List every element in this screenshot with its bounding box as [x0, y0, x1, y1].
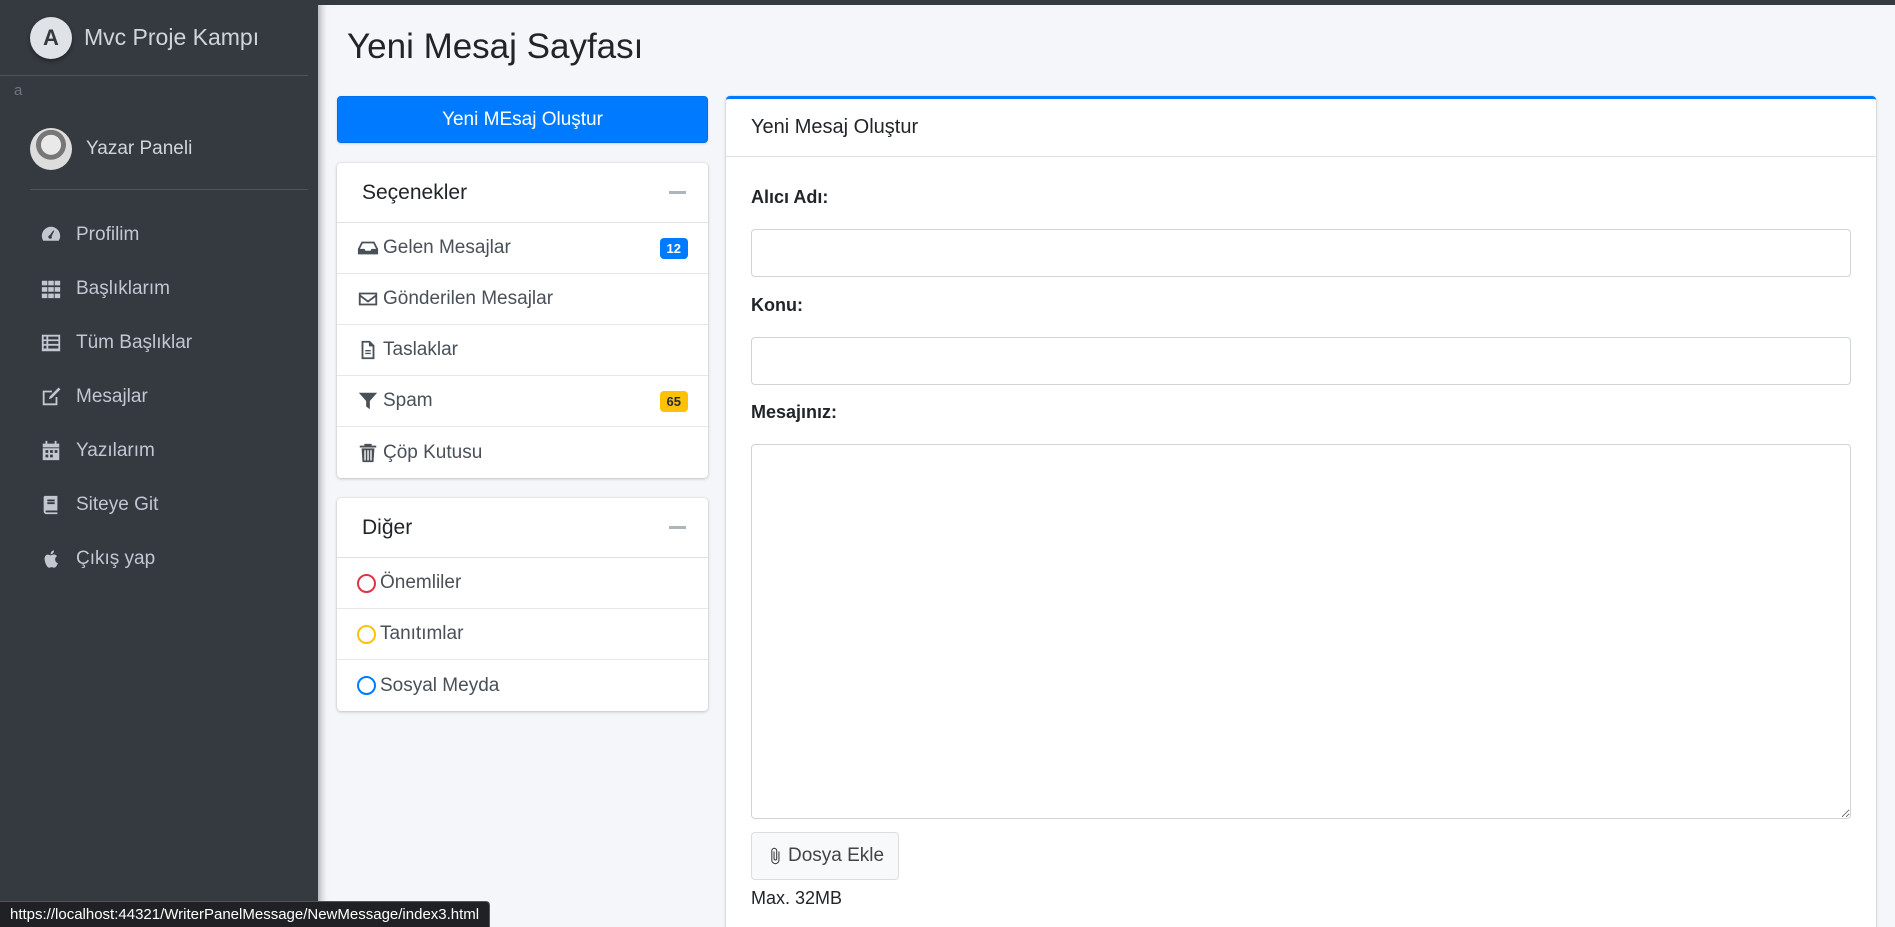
spam-count-badge: 65: [659, 390, 688, 412]
filter-icon: [358, 392, 378, 410]
sidebar-item-label: Tüm Başlıklar: [76, 332, 193, 353]
label-text: Sosyal Meyda: [380, 674, 500, 696]
circle-icon: [357, 573, 376, 593]
paperclip-icon: [771, 847, 780, 865]
sidebar: A Mvc Proje Kampı a Yazar Paneli Profili…: [0, 0, 318, 927]
compose-button[interactable]: Yeni MEsaj Oluştur: [337, 96, 708, 143]
circle-icon: [357, 676, 376, 695]
recipient-input[interactable]: [751, 229, 1851, 277]
page-title: Yeni Mesaj Sayfası: [347, 27, 644, 66]
folder-label: Gelen Mesajlar: [383, 237, 511, 258]
label-social[interactable]: Sosyal Meyda: [337, 660, 708, 711]
sidebar-item-profilim[interactable]: Profilim: [0, 208, 318, 262]
compose-card-title: Yeni Mesaj Oluştur: [726, 99, 1876, 157]
sidebar-item-label: Yazılarım: [76, 440, 155, 461]
options-card-header: Seçenekler: [337, 163, 708, 223]
avatar: [30, 127, 72, 170]
stray-text: a: [14, 82, 23, 99]
message-label: Mesajınız:: [751, 402, 838, 422]
sidebar-item-label: Başlıklarım: [76, 278, 170, 299]
sidebar-item-cikis-yap[interactable]: Çıkış yap: [0, 532, 318, 586]
folder-trash[interactable]: Çöp Kutusu: [337, 427, 708, 478]
recipient-label: Alıcı Adı:: [751, 187, 829, 207]
options-card: Seçenekler Gelen Mesajlar 12 Gönderilen …: [337, 163, 708, 478]
sidebar-item-tum-basliklar[interactable]: Tüm Başlıklar: [0, 316, 318, 370]
grid-icon: [41, 280, 61, 299]
other-card: Diğer Önemliler Tanıtımlar Sosyal Meyda: [337, 498, 708, 711]
collapse-icon[interactable]: [669, 526, 686, 529]
compose-card: Yeni Mesaj Oluştur Alıcı Adı: Konu: Mesa…: [726, 96, 1876, 927]
other-card-header: Diğer: [337, 498, 708, 558]
list-icon: [41, 334, 61, 352]
status-bar-url: https://localhost:44321/WriterPanelMessa…: [0, 901, 491, 927]
inbox-icon: [357, 241, 379, 255]
max-size-text: Max. 32MB: [751, 888, 843, 908]
user-name: Yazar Paneli: [86, 137, 193, 159]
folder-label: Taslaklar: [383, 339, 458, 360]
brand-link[interactable]: A Mvc Proje Kampı: [0, 0, 308, 76]
folder-label: Spam: [383, 390, 433, 411]
envelope-icon: [358, 292, 378, 306]
attach-file-label: Dosya Ekle: [788, 845, 885, 866]
subject-label: Konu:: [751, 295, 803, 315]
sidebar-item-label: Çıkış yap: [76, 548, 156, 569]
subject-input[interactable]: [751, 337, 1851, 385]
mailbox-column: Yeni MEsaj Oluştur Seçenekler Gelen Mesa…: [337, 96, 708, 711]
file-icon: [361, 340, 375, 360]
attach-file-button[interactable]: Dosya Ekle: [751, 832, 900, 880]
circle-icon: [357, 624, 376, 644]
brand-text: Mvc Proje Kampı: [84, 24, 260, 50]
sidebar-item-label: Siteye Git: [76, 494, 159, 515]
folder-sent[interactable]: Gönderilen Mesajlar: [337, 274, 708, 325]
edit-icon: [42, 387, 61, 406]
folder-label: Gönderilen Mesajlar: [383, 288, 554, 309]
book-icon: [43, 495, 58, 515]
sidebar-item-yazilarim[interactable]: Yazılarım: [0, 424, 318, 478]
sidebar-nav: Profilim Başlıklarım Tüm Başlıklar Mesaj…: [0, 208, 318, 586]
other-card-title: Diğer: [362, 515, 413, 539]
folder-drafts[interactable]: Taslaklar: [337, 325, 708, 376]
trash-icon: [359, 443, 377, 462]
message-textarea[interactable]: [751, 444, 1851, 819]
top-strip: [0, 0, 1895, 5]
main-content: Yeni Mesaj Sayfası Yeni MEsaj Oluştur Se…: [318, 5, 1895, 927]
label-promotions[interactable]: Tanıtımlar: [337, 609, 708, 660]
calendar-icon: [42, 440, 60, 461]
options-card-title: Seçenekler: [362, 180, 468, 204]
folder-label: Çöp Kutusu: [383, 441, 483, 463]
label-text: Önemliler: [380, 572, 462, 593]
sidebar-item-label: Profilim: [76, 224, 140, 245]
tachometer-icon: [41, 226, 61, 241]
label-important[interactable]: Önemliler: [337, 558, 708, 609]
sidebar-item-label: Mesajlar: [76, 386, 148, 407]
folder-spam[interactable]: Spam 65: [337, 376, 708, 427]
sidebar-item-siteye-git[interactable]: Siteye Git: [0, 478, 318, 532]
sidebar-item-basliklarim[interactable]: Başlıklarım: [0, 262, 318, 316]
apple-icon: [44, 550, 58, 568]
brand-logo-icon: A: [30, 16, 72, 59]
label-text: Tanıtımlar: [380, 623, 464, 644]
inbox-count-badge: 12: [659, 237, 688, 259]
user-panel[interactable]: Yazar Paneli: [30, 126, 308, 190]
sidebar-item-mesajlar[interactable]: Mesajlar: [0, 370, 318, 424]
collapse-icon[interactable]: [669, 191, 686, 194]
folder-inbox[interactable]: Gelen Mesajlar 12: [337, 223, 708, 274]
